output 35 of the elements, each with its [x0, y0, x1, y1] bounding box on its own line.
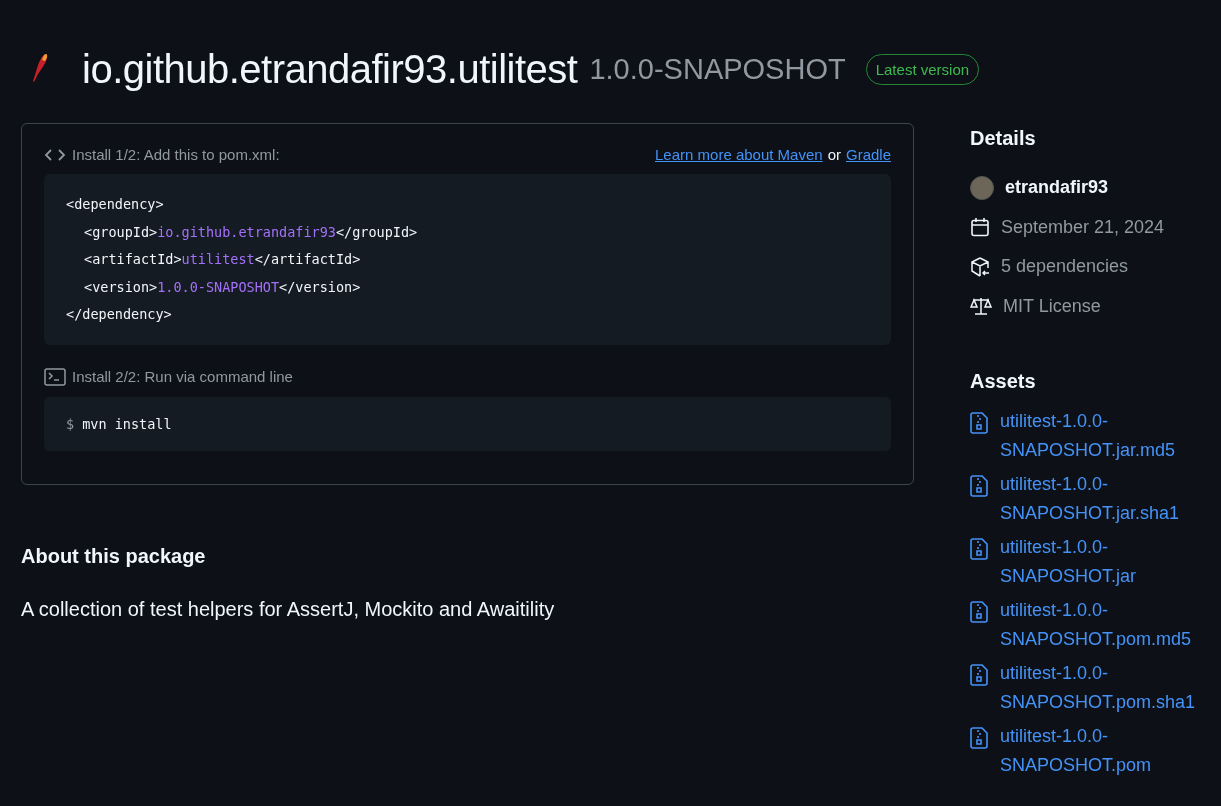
publish-date: September 21, 2024 — [1001, 216, 1165, 238]
author-link[interactable]: etrandafir93 — [1005, 177, 1109, 199]
dependencies-count: 5 dependencies — [1001, 256, 1129, 278]
scale-icon — [970, 296, 992, 317]
license-text: MIT License — [1003, 295, 1101, 317]
package-name: io.github.etrandafir93.utilitest — [82, 46, 578, 92]
code-line: </dependency> — [66, 305, 173, 324]
install-step-label: Install 1/2: Add this to pom.xml: — [72, 146, 280, 163]
zip-file-icon — [970, 538, 988, 560]
zip-file-icon — [970, 664, 988, 686]
code-line: <version>1.0.0-SNAPOSHOT</version> — [83, 277, 362, 297]
details-heading: Details — [970, 127, 1037, 150]
zip-file-icon — [970, 727, 988, 749]
code-line: <groupId>io.github.etrandafir93</groupId> — [83, 222, 419, 242]
prompt-symbol: $ — [66, 415, 75, 432]
docs-link[interactable]: Gradle — [845, 146, 891, 163]
code-icon — [44, 147, 66, 162]
avatar — [970, 175, 994, 200]
or-text: or — [827, 146, 841, 163]
asset-link[interactable]: utilitest-1.0.0-SNAPOSHOT.pom — [1000, 722, 1200, 780]
zip-file-icon — [970, 475, 988, 497]
docs-link[interactable]: Learn more about Maven — [655, 146, 823, 163]
package-icon — [970, 256, 990, 277]
calendar-icon — [970, 217, 990, 238]
code-line: <dependency> — [66, 195, 165, 214]
install-step-label: Install 2/2: Run via command line — [72, 368, 293, 385]
about-heading: About this package — [21, 544, 207, 568]
package-description: A collection of test helpers for AssertJ, Mockito and Awaitility — [21, 597, 556, 621]
assets-heading: Assets — [970, 370, 1037, 393]
zip-file-icon — [970, 601, 988, 623]
zip-file-icon — [970, 412, 988, 434]
code-line: <artifactId>utilitest</artifactId> — [83, 250, 362, 269]
terminal-icon — [44, 367, 66, 386]
command-text: mvn install — [82, 415, 172, 432]
package-version: 1.0.0-SNAPOSHOT — [589, 52, 846, 86]
